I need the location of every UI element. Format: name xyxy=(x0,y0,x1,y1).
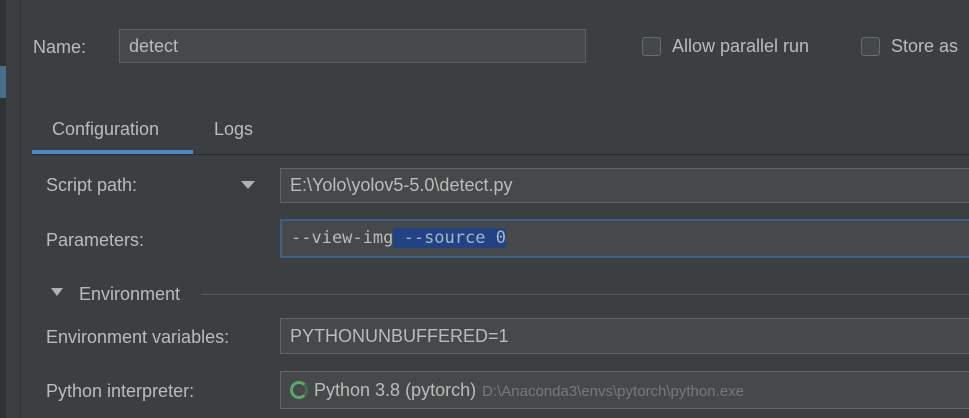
collapse-triangle-icon[interactable] xyxy=(51,288,63,296)
env-vars-input[interactable]: PYTHONUNBUFFERED=1 xyxy=(280,318,969,354)
parameters-selected-text: --source 0 xyxy=(393,228,506,248)
tab-configuration[interactable]: Configuration xyxy=(52,112,159,146)
interpreter-name: Python 3.8 (pytorch) xyxy=(314,380,477,400)
tab-logs[interactable]: Logs xyxy=(214,112,253,146)
script-path-label: Script path: xyxy=(46,175,138,195)
python-interpreter-spinner-icon xyxy=(290,381,308,399)
script-path-input[interactable]: E:\Yolo\yolov5-5.0\detect.py xyxy=(280,168,969,203)
allow-parallel-run-checkbox[interactable]: Allow parallel run xyxy=(642,36,809,57)
left-tool-strip xyxy=(0,0,6,418)
store-as-checkbox[interactable]: Store as xyxy=(861,36,958,57)
checkbox-icon[interactable] xyxy=(861,37,880,56)
name-input[interactable]: detect xyxy=(119,29,586,63)
environment-divider xyxy=(201,294,969,295)
chevron-down-icon[interactable] xyxy=(241,181,255,189)
parameters-text: --view-img xyxy=(291,228,394,248)
python-interpreter-select[interactable]: Python 3.8 (pytorch) D:\Anaconda3\envs\py… xyxy=(280,371,969,409)
panel-border xyxy=(20,0,21,418)
python-interpreter-label: Python interpreter: xyxy=(46,381,195,401)
name-label: Name: xyxy=(33,37,87,57)
environment-section-title[interactable]: Environment xyxy=(79,282,180,306)
env-vars-label: Environment variables: xyxy=(46,327,230,347)
checkbox-icon[interactable] xyxy=(642,37,661,56)
left-strip-selection xyxy=(0,66,6,98)
parameters-label: Parameters: xyxy=(46,230,145,250)
allow-parallel-run-label: Allow parallel run xyxy=(672,36,810,56)
parameters-input[interactable]: --view-img --source 0 xyxy=(280,219,969,258)
store-as-label: Store as xyxy=(891,36,959,56)
interpreter-path: D:\Anaconda3\envs\pytorch\python.exe xyxy=(482,383,744,400)
